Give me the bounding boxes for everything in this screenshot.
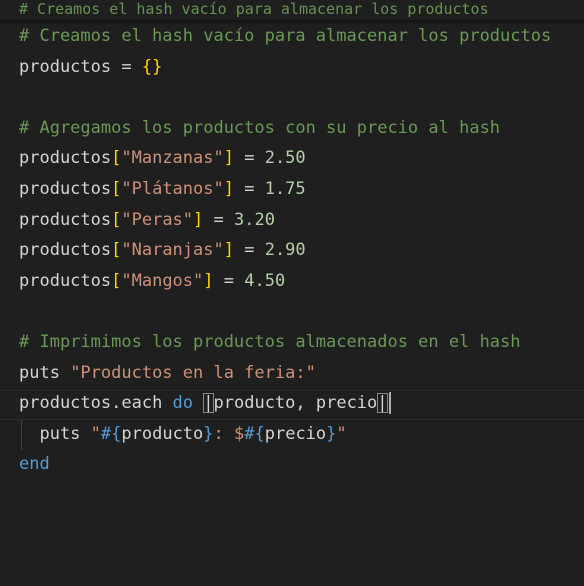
code-token-number: 1.75 <box>264 179 306 199</box>
code-token-number: 2.90 <box>264 240 306 260</box>
code-token-interp: } <box>326 424 337 444</box>
code-line[interactable]: puts "Productos en la feria:" <box>19 358 316 388</box>
code-token-punct: = <box>203 210 234 230</box>
code-token-punct: = <box>213 271 245 291</box>
code-token-punct: = <box>233 148 265 168</box>
code-token-ident: productos <box>19 271 112 291</box>
code-line[interactable]: productos["Peras"] = 3.20 <box>19 205 275 235</box>
code-token-brace: ] <box>223 179 234 199</box>
code-token-ident: productos <box>19 148 112 168</box>
code-token-string: "Peras" <box>121 210 194 230</box>
code-token-ident: producto, precio <box>213 393 378 413</box>
code-token-keyword: do <box>172 393 204 413</box>
code-token-string: "Manzanas" <box>121 148 224 168</box>
code-token-number: 3.20 <box>234 210 275 230</box>
code-token-ident: productos <box>19 57 112 77</box>
code-token-pipe-box: | <box>377 393 388 413</box>
code-line[interactable]: productos.each do |producto, precio| <box>19 388 391 418</box>
code-token-brace: ] <box>223 240 234 260</box>
code-token-comment: # Creamos el hash vacío para almacenar l… <box>19 26 552 46</box>
code-token-punct: = <box>233 240 265 260</box>
code-token-brace: [ <box>111 148 122 168</box>
code-token-ident: puts <box>19 363 71 383</box>
sticky-scroll-header[interactable]: # Creamos el hash vacío para almacenar l… <box>0 0 584 20</box>
code-token-string: "Mangos" <box>121 271 204 291</box>
code-token-brace: ] <box>223 148 234 168</box>
code-token-ident: productos <box>19 240 112 260</box>
code-line[interactable]: productos["Plátanos"] = 1.75 <box>19 174 306 204</box>
code-token-punct: = <box>233 179 265 199</box>
code-token-ident: productos <box>19 179 112 199</box>
code-token-string: "Plátanos" <box>121 179 224 199</box>
code-token-brace: [ <box>111 240 122 260</box>
code-line[interactable]: end <box>19 449 50 479</box>
code-token-string: " <box>336 424 347 444</box>
code-token-string: " <box>90 424 101 444</box>
code-token-brace: [ <box>111 210 122 230</box>
code-token-interp: #{ <box>100 424 122 444</box>
code-token-comment: # Agregamos los productos con su precio … <box>19 118 501 138</box>
code-line[interactable]: productos = {} <box>19 52 162 82</box>
code-token-ident: producto <box>121 424 204 444</box>
code-token-interp: } <box>203 424 214 444</box>
code-token-brace: [ <box>111 179 122 199</box>
code-token-brace: ] <box>203 271 214 291</box>
sticky-scroll-text: # Creamos el hash vacío para almacenar l… <box>19 0 489 18</box>
code-token-ident: productos <box>19 393 112 413</box>
code-token-brace: [ <box>111 271 122 291</box>
code-line[interactable]: productos["Mangos"] = 4.50 <box>19 266 285 296</box>
code-token-brace: {} <box>141 57 163 77</box>
code-editor[interactable]: # Creamos el hash vacío para almacenar l… <box>0 0 584 586</box>
code-token-keyword: end <box>19 454 50 474</box>
code-token-string: "Productos en la feria:" <box>70 363 316 383</box>
code-token-string: : $ <box>213 424 245 444</box>
code-token-brace: ] <box>193 210 204 230</box>
code-token-string: "Naranjas" <box>121 240 224 260</box>
code-line[interactable]: # Agregamos los productos con su precio … <box>19 113 500 143</box>
code-token-interp: #{ <box>244 424 265 444</box>
code-line[interactable]: # Imprimimos los productos almacenados e… <box>19 327 521 357</box>
code-token-ident: precio <box>264 424 327 444</box>
code-token-ident: .each <box>111 393 173 413</box>
code-token-number: 2.50 <box>264 148 306 168</box>
code-line[interactable]: puts "#{producto}: $#{precio}" <box>19 419 347 449</box>
code-token-pipe-box: | <box>203 393 214 413</box>
code-line[interactable]: productos["Manzanas"] = 2.50 <box>19 143 306 173</box>
code-line[interactable]: # Creamos el hash vacío para almacenar l… <box>19 21 551 51</box>
code-token-number: 4.50 <box>244 271 286 291</box>
text-cursor <box>388 392 391 414</box>
code-token-punct: = <box>111 57 142 77</box>
code-line[interactable]: productos["Naranjas"] = 2.90 <box>19 235 306 265</box>
code-token-ident: productos <box>19 210 112 230</box>
code-token-comment: # Imprimimos los productos almacenados e… <box>19 332 521 352</box>
code-token-ident: puts <box>19 424 91 444</box>
